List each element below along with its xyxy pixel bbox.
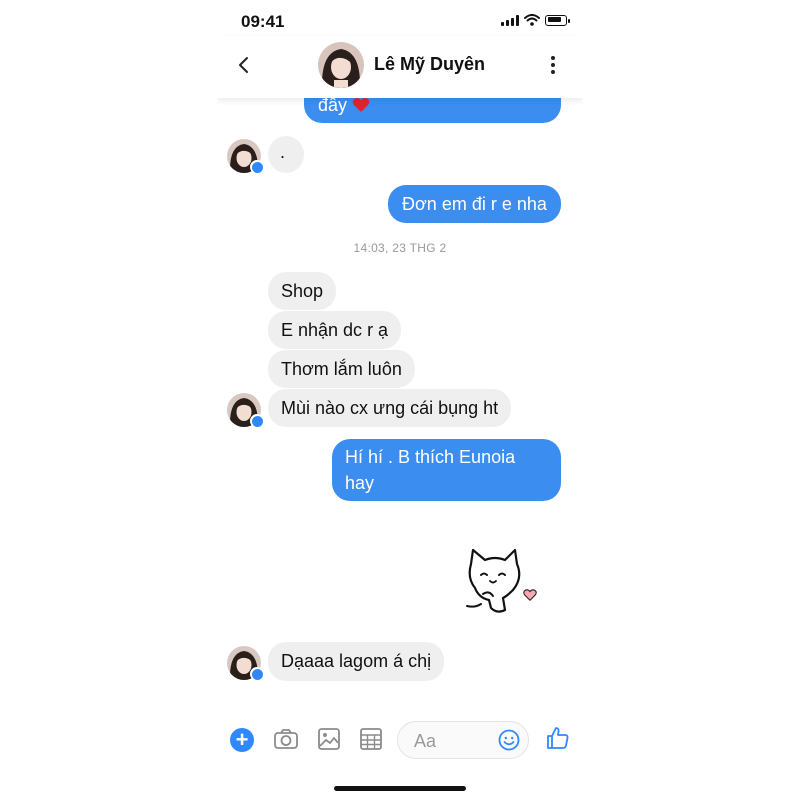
signal-icon	[501, 14, 519, 26]
chat-screen: 09:41 Lê Mỹ Duyên đây . Đơn em đi r e nh…	[217, 0, 583, 800]
gallery-icon[interactable]	[316, 726, 342, 752]
emoji-icon[interactable]	[498, 729, 520, 751]
messenger-badge-icon	[250, 667, 264, 681]
message-bubble-incoming[interactable]: Thơm lắm luôn	[268, 350, 415, 388]
cat-sticker[interactable]	[463, 548, 543, 614]
status-time: 09:41	[241, 12, 285, 31]
message-bubble-incoming[interactable]: .	[268, 136, 304, 173]
status-icons	[501, 14, 570, 26]
chat-header: Lê Mỹ Duyên	[217, 36, 583, 98]
sticker-icon[interactable]	[358, 726, 384, 752]
plus-icon[interactable]: +	[230, 728, 254, 752]
heart-icon	[352, 98, 370, 112]
message-bubble-incoming[interactable]: Mùi nào cx ưng cái bụng ht	[268, 389, 512, 427]
heart-icon	[523, 589, 537, 601]
camera-icon[interactable]	[273, 726, 299, 752]
contact-name[interactable]: Lê Mỹ Duyên	[374, 54, 485, 75]
message-bubble-incoming[interactable]: Shop	[268, 272, 337, 310]
message-input-wrapper	[397, 721, 529, 759]
message-bubble-outgoing[interactable]: Đơn em đi r e nha	[388, 185, 561, 223]
more-icon[interactable]	[543, 56, 563, 78]
message-bubble-outgoing[interactable]: Hí hí . B thích Eunoia hay Lagom hơn nè	[332, 439, 561, 519]
message-timestamp: 14:03, 23 THG 2	[353, 241, 447, 255]
messenger-badge-icon	[250, 160, 264, 174]
home-indicator	[334, 786, 466, 791]
wifi-icon	[524, 14, 540, 26]
message-bubble-incoming[interactable]: Dạaaa lagom á chị	[268, 642, 445, 681]
contact-avatar[interactable]	[318, 42, 364, 88]
battery-icon	[545, 14, 570, 26]
messenger-badge-icon	[250, 414, 264, 428]
message-input[interactable]	[412, 729, 500, 753]
back-arrow-icon[interactable]	[233, 54, 255, 76]
message-composer: +	[217, 712, 583, 768]
like-icon[interactable]	[545, 725, 571, 751]
message-bubble-incoming[interactable]: E nhận dc r ạ	[268, 311, 402, 349]
